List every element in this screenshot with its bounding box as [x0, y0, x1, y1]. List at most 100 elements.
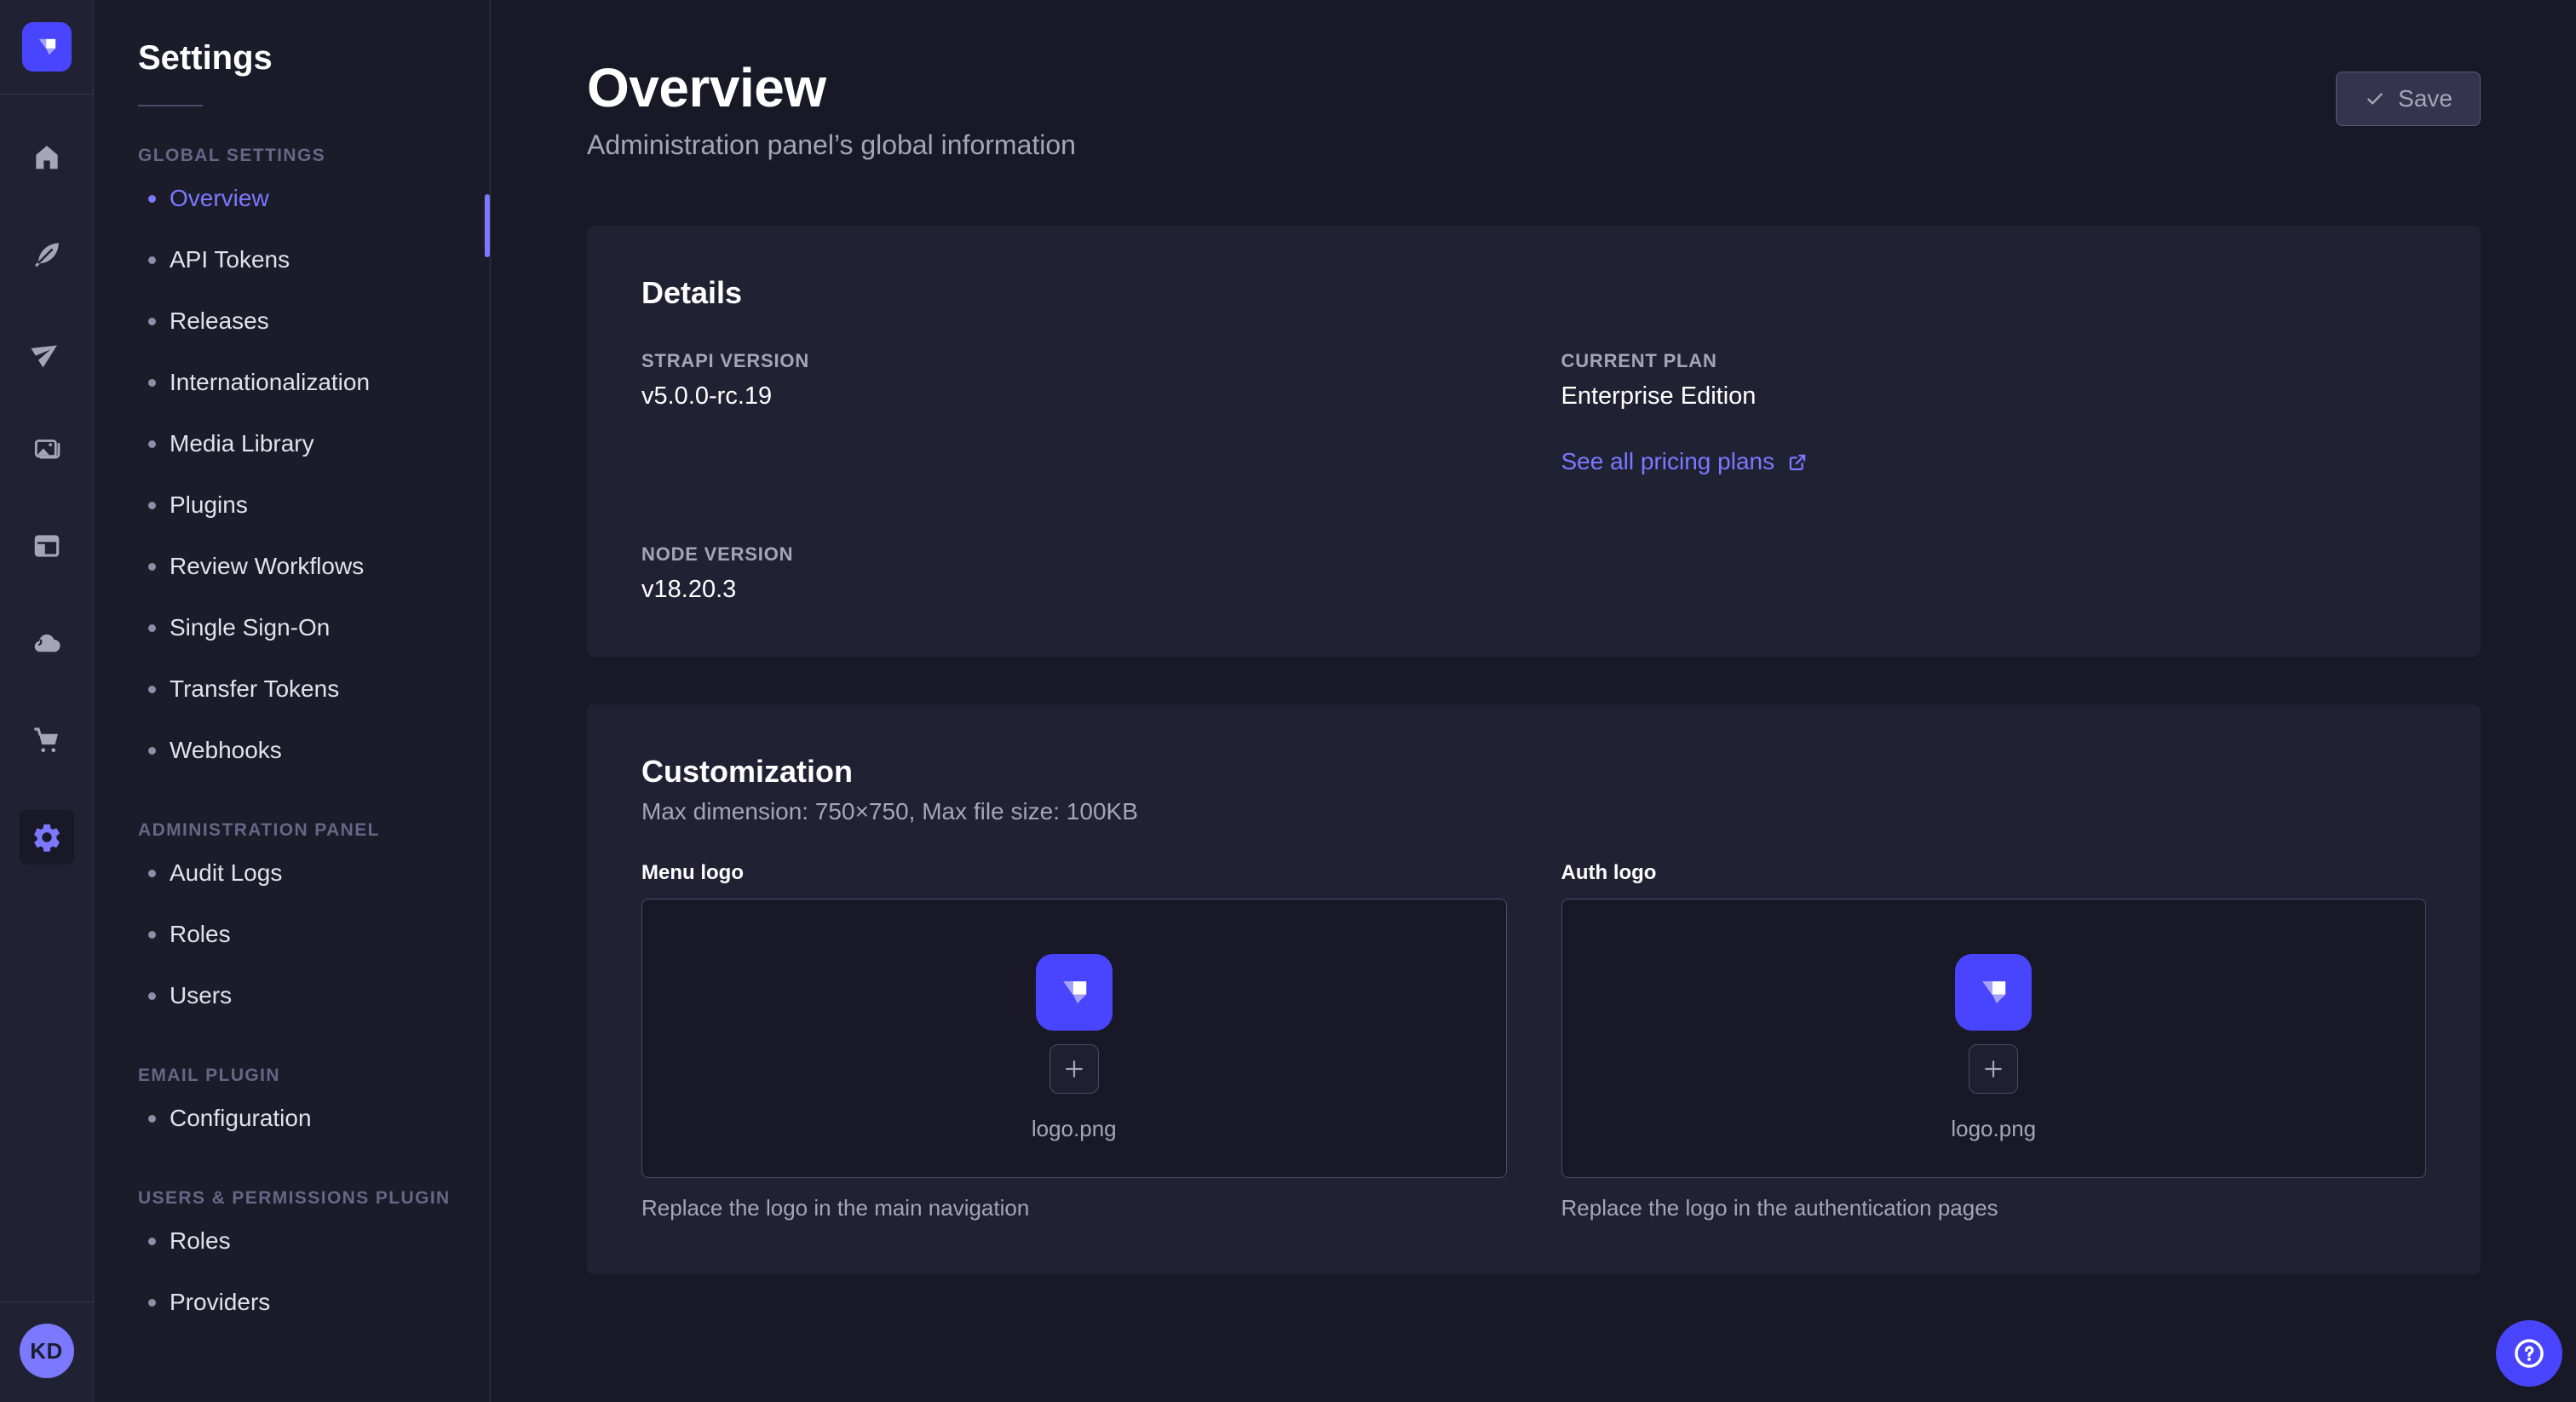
subnav-item-audit-logs[interactable]: Audit Logs [94, 842, 490, 904]
page-title: Overview [587, 56, 1076, 119]
bullet-icon [148, 195, 156, 203]
pricing-plans-link[interactable]: See all pricing plans [1561, 448, 1810, 475]
bullet-icon [148, 318, 156, 325]
menu-logo-dropzone[interactable]: logo.png [641, 899, 1507, 1178]
subnav-item-media-library[interactable]: Media Library [94, 413, 490, 474]
strapi-logo-icon [1050, 968, 1098, 1016]
check-icon [2364, 88, 2386, 110]
menu-logo-add-button[interactable] [1049, 1044, 1099, 1094]
customization-card: Customization Max dimension: 750×750, Ma… [587, 704, 2481, 1274]
logo-section [0, 0, 93, 95]
users-permissions-list: Roles Providers [94, 1210, 490, 1333]
menu-logo-caption: Replace the logo in the main navigation [641, 1195, 1507, 1221]
strapi-logo-icon [30, 30, 64, 64]
subnav-divider [138, 105, 203, 106]
sidebar-footer: KD [0, 1301, 93, 1402]
subnav-item-webhooks[interactable]: Webhooks [94, 720, 490, 781]
menu-logo-filename: logo.png [1032, 1116, 1117, 1142]
global-settings-list: Overview API Tokens Releases Internation… [94, 168, 490, 781]
feather-icon[interactable] [20, 227, 74, 282]
images-icon[interactable] [20, 422, 74, 476]
strapi-logo[interactable] [22, 22, 72, 72]
details-heading: Details [641, 275, 2426, 311]
details-grid: STRAPI VERSION v5.0.0-rc.19 CURRENT PLAN… [641, 350, 2426, 604]
home-icon[interactable] [20, 130, 74, 185]
empty-cell [1561, 543, 2427, 604]
auth-logo-panel: Auth logo logo.png Replace the logo in t… [1561, 861, 2427, 1221]
bullet-icon [148, 1299, 156, 1307]
page-subtitle: Administration panel’s global informatio… [587, 129, 1076, 161]
page-header: Overview Administration panel’s global i… [587, 0, 2481, 161]
subnav-item-admin-users[interactable]: Users [94, 965, 490, 1026]
subnav-item-single-sign-on[interactable]: Single Sign-On [94, 597, 490, 658]
bullet-icon [148, 502, 156, 509]
layout-icon[interactable] [20, 519, 74, 573]
subnav-item-overview[interactable]: Overview [94, 168, 490, 229]
current-plan-field: CURRENT PLAN Enterprise Edition See all … [1561, 350, 2427, 475]
subnav-item-up-roles[interactable]: Roles [94, 1210, 490, 1272]
save-button[interactable]: Save [2336, 72, 2481, 126]
auth-logo-preview [1955, 954, 2032, 1031]
cart-icon[interactable] [20, 713, 74, 767]
strapi-logo-icon [1969, 968, 2017, 1016]
current-plan-label: CURRENT PLAN [1561, 350, 2427, 372]
bullet-icon [148, 686, 156, 693]
menu-logo-panel: Menu logo logo.png Replace the logo in t… [641, 861, 1507, 1221]
administration-panel-list: Audit Logs Roles Users [94, 842, 490, 1026]
bullet-icon [148, 624, 156, 632]
details-card: Details STRAPI VERSION v5.0.0-rc.19 CURR… [587, 226, 2481, 657]
subnav-item-internationalization[interactable]: Internationalization [94, 352, 490, 413]
bullet-icon [148, 379, 156, 387]
bullet-icon [148, 992, 156, 1000]
section-header-administration-panel: ADMINISTRATION PANEL [94, 820, 490, 841]
customization-heading: Customization [641, 754, 2426, 790]
bullet-icon [148, 931, 156, 939]
subnav-item-up-providers[interactable]: Providers [94, 1272, 490, 1333]
subnav-item-releases[interactable]: Releases [94, 290, 490, 352]
bullet-icon [148, 1238, 156, 1245]
subnav-title: Settings [94, 39, 490, 78]
subnav-item-review-workflows[interactable]: Review Workflows [94, 536, 490, 597]
sidebar-icon-nav [20, 95, 74, 865]
plus-icon [1061, 1056, 1087, 1082]
settings-subnav: Settings GLOBAL SETTINGS Overview API To… [94, 0, 491, 1402]
current-plan-value: Enterprise Edition [1561, 382, 2427, 411]
main-sidebar: KD [0, 0, 94, 1402]
auth-logo-filename: logo.png [1951, 1116, 2036, 1142]
node-version-label: NODE VERSION [641, 543, 1507, 566]
paper-plane-icon[interactable] [20, 325, 74, 379]
main-content: Overview Administration panel’s global i… [492, 0, 2576, 1402]
subnav-item-plugins[interactable]: Plugins [94, 474, 490, 536]
subnav-item-email-configuration[interactable]: Configuration [94, 1088, 490, 1149]
avatar[interactable]: KD [20, 1324, 74, 1378]
page-header-text: Overview Administration panel’s global i… [587, 56, 1076, 161]
cloud-icon[interactable] [20, 616, 74, 670]
node-version-value: v18.20.3 [641, 576, 1507, 604]
help-button[interactable] [2496, 1320, 2562, 1387]
subnav-item-transfer-tokens[interactable]: Transfer Tokens [94, 658, 490, 720]
bullet-icon [148, 256, 156, 264]
node-version-field: NODE VERSION v18.20.3 [641, 543, 1507, 604]
subnav-item-api-tokens[interactable]: API Tokens [94, 229, 490, 290]
menu-logo-preview [1036, 954, 1113, 1031]
question-mark-icon [2511, 1336, 2547, 1371]
bullet-icon [148, 1115, 156, 1123]
section-header-global-settings: GLOBAL SETTINGS [94, 146, 490, 166]
external-link-icon [1786, 451, 1809, 474]
strapi-version-label: STRAPI VERSION [641, 350, 1507, 372]
auth-logo-label: Auth logo [1561, 861, 2427, 885]
gear-icon[interactable] [20, 810, 74, 865]
subnav-item-admin-roles[interactable]: Roles [94, 904, 490, 965]
menu-logo-label: Menu logo [641, 861, 1507, 885]
bullet-icon [148, 870, 156, 877]
bullet-icon [148, 563, 156, 571]
email-plugin-list: Configuration [94, 1088, 490, 1149]
logo-row: Menu logo logo.png Replace the logo in t… [641, 861, 2426, 1221]
auth-logo-dropzone[interactable]: logo.png [1561, 899, 2427, 1178]
strapi-version-field: STRAPI VERSION v5.0.0-rc.19 [641, 350, 1507, 475]
strapi-version-value: v5.0.0-rc.19 [641, 382, 1507, 411]
auth-logo-add-button[interactable] [1969, 1044, 2018, 1094]
auth-logo-caption: Replace the logo in the authentication p… [1561, 1195, 2427, 1221]
section-header-users-permissions-plugin: USERS & PERMISSIONS PLUGIN [94, 1188, 490, 1209]
subnav-scroll-indicator[interactable] [485, 194, 490, 257]
